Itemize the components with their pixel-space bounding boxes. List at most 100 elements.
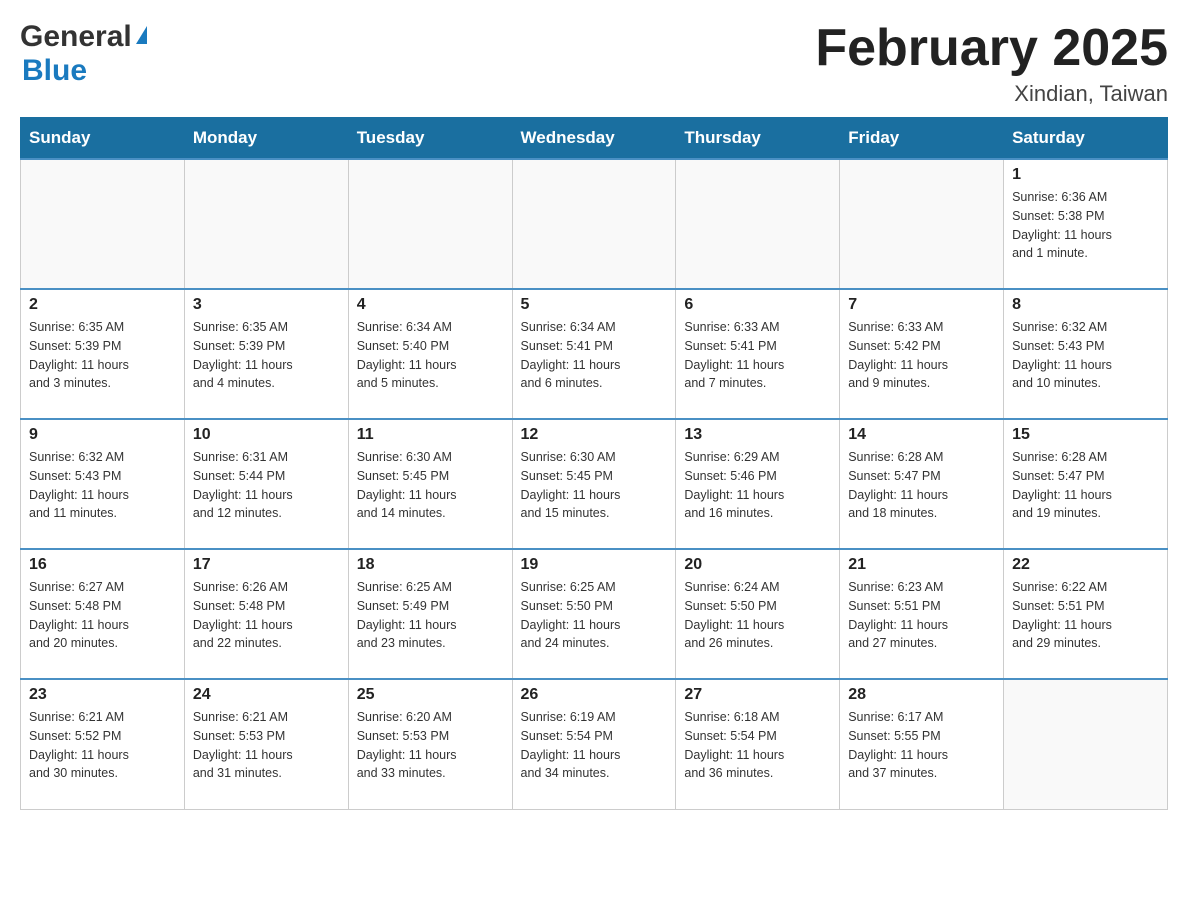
calendar-cell bbox=[676, 159, 840, 289]
calendar-cell bbox=[184, 159, 348, 289]
day-info: Sunrise: 6:30 AM Sunset: 5:45 PM Dayligh… bbox=[521, 448, 668, 523]
day-number: 4 bbox=[357, 296, 504, 314]
title-block: February 2025 Xindian, Taiwan bbox=[815, 20, 1168, 107]
day-info: Sunrise: 6:33 AM Sunset: 5:41 PM Dayligh… bbox=[684, 318, 831, 393]
calendar-cell: 12Sunrise: 6:30 AM Sunset: 5:45 PM Dayli… bbox=[512, 419, 676, 549]
day-number: 3 bbox=[193, 296, 340, 314]
calendar-cell: 16Sunrise: 6:27 AM Sunset: 5:48 PM Dayli… bbox=[21, 549, 185, 679]
calendar-cell bbox=[840, 159, 1004, 289]
calendar-cell: 9 Sunrise: 6:32 AM Sunset: 5:43 PM Daylig… bbox=[21, 419, 185, 549]
calendar-cell: 1 Sunrise: 6:36 AM Sunset: 5:38 PM Daylig… bbox=[1004, 159, 1168, 289]
calendar-cell: 26 Sunrise: 6:19 AM Sunset: 5:54 PM Dayli… bbox=[512, 679, 676, 809]
week-row-2: 2 Sunrise: 6:35 AM Sunset: 5:39 PM Daylig… bbox=[21, 289, 1168, 419]
calendar-cell: 22 Sunrise: 6:22 AM Sunset: 5:51 PM Dayli… bbox=[1004, 549, 1168, 679]
day-info: Sunrise: 6:21 AM Sunset: 5:52 PM Dayligh… bbox=[29, 708, 176, 783]
header-sunday: Sunday bbox=[21, 118, 185, 160]
calendar-cell: 21Sunrise: 6:23 AM Sunset: 5:51 PM Dayli… bbox=[840, 549, 1004, 679]
day-info: Sunrise: 6:26 AM Sunset: 5:48 PM Dayligh… bbox=[193, 578, 340, 653]
day-number: 13 bbox=[684, 426, 831, 444]
day-number: 6 bbox=[684, 296, 831, 314]
day-number: 26 bbox=[521, 686, 668, 704]
week-row-5: 23 Sunrise: 6:21 AM Sunset: 5:52 PM Dayli… bbox=[21, 679, 1168, 809]
day-info: Sunrise: 6:22 AM Sunset: 5:51 PM Dayligh… bbox=[1012, 578, 1159, 653]
calendar-cell: 18Sunrise: 6:25 AM Sunset: 5:49 PM Dayli… bbox=[348, 549, 512, 679]
day-info: Sunrise: 6:36 AM Sunset: 5:38 PM Dayligh… bbox=[1012, 188, 1159, 263]
week-row-4: 16Sunrise: 6:27 AM Sunset: 5:48 PM Dayli… bbox=[21, 549, 1168, 679]
calendar-cell bbox=[512, 159, 676, 289]
calendar-cell: 24 Sunrise: 6:21 AM Sunset: 5:53 PM Dayli… bbox=[184, 679, 348, 809]
day-number: 23 bbox=[29, 686, 176, 704]
logo-blue: Blue bbox=[22, 54, 87, 87]
day-number: 22 bbox=[1012, 556, 1159, 574]
calendar-cell: 6 Sunrise: 6:33 AM Sunset: 5:41 PM Daylig… bbox=[676, 289, 840, 419]
day-number: 19 bbox=[521, 556, 668, 574]
calendar-cell: 7 Sunrise: 6:33 AM Sunset: 5:42 PM Daylig… bbox=[840, 289, 1004, 419]
day-info: Sunrise: 6:32 AM Sunset: 5:43 PM Dayligh… bbox=[1012, 318, 1159, 393]
day-info: Sunrise: 6:27 AM Sunset: 5:48 PM Dayligh… bbox=[29, 578, 176, 653]
day-info: Sunrise: 6:28 AM Sunset: 5:47 PM Dayligh… bbox=[848, 448, 995, 523]
calendar-cell: 2 Sunrise: 6:35 AM Sunset: 5:39 PM Daylig… bbox=[21, 289, 185, 419]
header-saturday: Saturday bbox=[1004, 118, 1168, 160]
day-number: 10 bbox=[193, 426, 340, 444]
day-info: Sunrise: 6:34 AM Sunset: 5:40 PM Dayligh… bbox=[357, 318, 504, 393]
day-info: Sunrise: 6:29 AM Sunset: 5:46 PM Dayligh… bbox=[684, 448, 831, 523]
calendar-cell: 28 Sunrise: 6:17 AM Sunset: 5:55 PM Dayli… bbox=[840, 679, 1004, 809]
header-friday: Friday bbox=[840, 118, 1004, 160]
header-wednesday: Wednesday bbox=[512, 118, 676, 160]
day-number: 18 bbox=[357, 556, 504, 574]
calendar-cell: 17 Sunrise: 6:26 AM Sunset: 5:48 PM Dayli… bbox=[184, 549, 348, 679]
day-info: Sunrise: 6:28 AM Sunset: 5:47 PM Dayligh… bbox=[1012, 448, 1159, 523]
day-number: 9 bbox=[29, 426, 176, 444]
calendar-cell: 3 Sunrise: 6:35 AM Sunset: 5:39 PM Daylig… bbox=[184, 289, 348, 419]
calendar-cell: 4 Sunrise: 6:34 AM Sunset: 5:40 PM Daylig… bbox=[348, 289, 512, 419]
day-info: Sunrise: 6:18 AM Sunset: 5:54 PM Dayligh… bbox=[684, 708, 831, 783]
calendar-cell: 8 Sunrise: 6:32 AM Sunset: 5:43 PM Daylig… bbox=[1004, 289, 1168, 419]
calendar-cell bbox=[21, 159, 185, 289]
calendar-cell: 19 Sunrise: 6:25 AM Sunset: 5:50 PM Dayli… bbox=[512, 549, 676, 679]
day-number: 25 bbox=[357, 686, 504, 704]
day-info: Sunrise: 6:35 AM Sunset: 5:39 PM Dayligh… bbox=[29, 318, 176, 393]
day-number: 17 bbox=[193, 556, 340, 574]
day-info: Sunrise: 6:25 AM Sunset: 5:50 PM Dayligh… bbox=[521, 578, 668, 653]
location: Xindian, Taiwan bbox=[815, 81, 1168, 107]
calendar-cell: 11 Sunrise: 6:30 AM Sunset: 5:45 PM Dayli… bbox=[348, 419, 512, 549]
day-number: 27 bbox=[684, 686, 831, 704]
calendar-cell: 13 Sunrise: 6:29 AM Sunset: 5:46 PM Dayli… bbox=[676, 419, 840, 549]
day-number: 5 bbox=[521, 296, 668, 314]
logo-triangle-icon bbox=[136, 26, 147, 44]
day-info: Sunrise: 6:19 AM Sunset: 5:54 PM Dayligh… bbox=[521, 708, 668, 783]
day-number: 2 bbox=[29, 296, 176, 314]
day-number: 14 bbox=[848, 426, 995, 444]
day-info: Sunrise: 6:30 AM Sunset: 5:45 PM Dayligh… bbox=[357, 448, 504, 523]
day-info: Sunrise: 6:31 AM Sunset: 5:44 PM Dayligh… bbox=[193, 448, 340, 523]
day-info: Sunrise: 6:33 AM Sunset: 5:42 PM Dayligh… bbox=[848, 318, 995, 393]
header-tuesday: Tuesday bbox=[348, 118, 512, 160]
day-number: 8 bbox=[1012, 296, 1159, 314]
calendar-cell: 15 Sunrise: 6:28 AM Sunset: 5:47 PM Dayli… bbox=[1004, 419, 1168, 549]
header-monday: Monday bbox=[184, 118, 348, 160]
logo: General Blue bbox=[20, 20, 147, 88]
page-header: General Blue February 2025 Xindian, Taiw… bbox=[20, 20, 1168, 107]
day-number: 7 bbox=[848, 296, 995, 314]
day-info: Sunrise: 6:17 AM Sunset: 5:55 PM Dayligh… bbox=[848, 708, 995, 783]
day-info: Sunrise: 6:20 AM Sunset: 5:53 PM Dayligh… bbox=[357, 708, 504, 783]
calendar-cell: 10 Sunrise: 6:31 AM Sunset: 5:44 PM Dayli… bbox=[184, 419, 348, 549]
day-info: Sunrise: 6:32 AM Sunset: 5:43 PM Dayligh… bbox=[29, 448, 176, 523]
day-info: Sunrise: 6:21 AM Sunset: 5:53 PM Dayligh… bbox=[193, 708, 340, 783]
day-number: 28 bbox=[848, 686, 995, 704]
calendar-cell: 27 Sunrise: 6:18 AM Sunset: 5:54 PM Dayli… bbox=[676, 679, 840, 809]
day-info: Sunrise: 6:35 AM Sunset: 5:39 PM Dayligh… bbox=[193, 318, 340, 393]
day-number: 1 bbox=[1012, 166, 1159, 184]
calendar-cell: 14 Sunrise: 6:28 AM Sunset: 5:47 PM Dayli… bbox=[840, 419, 1004, 549]
calendar-cell: 20Sunrise: 6:24 AM Sunset: 5:50 PM Dayli… bbox=[676, 549, 840, 679]
day-info: Sunrise: 6:23 AM Sunset: 5:51 PM Dayligh… bbox=[848, 578, 995, 653]
calendar-cell bbox=[1004, 679, 1168, 809]
logo-general: General bbox=[20, 20, 132, 54]
calendar-cell bbox=[348, 159, 512, 289]
month-title: February 2025 bbox=[815, 20, 1168, 77]
day-number: 15 bbox=[1012, 426, 1159, 444]
day-number: 24 bbox=[193, 686, 340, 704]
day-info: Sunrise: 6:34 AM Sunset: 5:41 PM Dayligh… bbox=[521, 318, 668, 393]
day-number: 11 bbox=[357, 426, 504, 444]
week-row-3: 9 Sunrise: 6:32 AM Sunset: 5:43 PM Daylig… bbox=[21, 419, 1168, 549]
